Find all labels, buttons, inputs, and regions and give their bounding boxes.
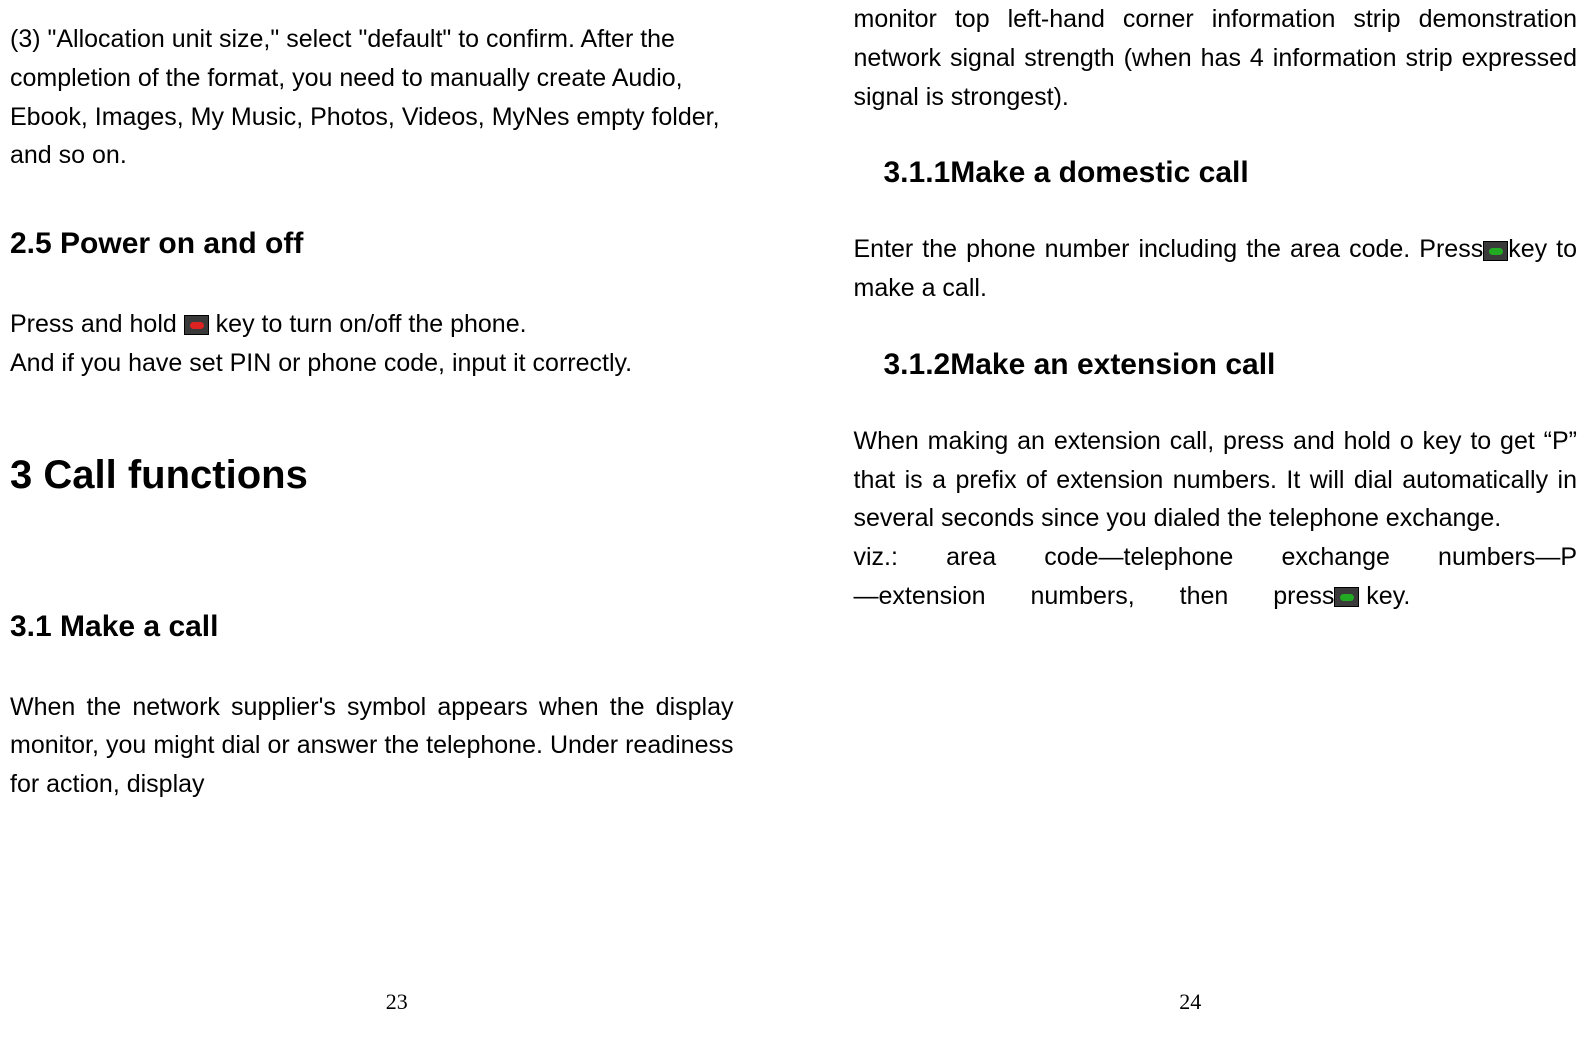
page-right: monitor top left-hand corner information… — [794, 0, 1587, 1043]
right-paragraph-3: viz.: area code—telephone exchange numbe… — [854, 538, 1578, 616]
left-paragraph-4: When the network supplier's symbol appea… — [10, 688, 734, 804]
right-p3-part-b: key. — [1359, 582, 1410, 610]
page-number-left: 23 — [0, 989, 794, 1015]
right-p3-part-a: viz.: area code—telephone exchange numbe… — [854, 543, 1578, 610]
left-p2-part-b: key to turn on/off the phone. — [216, 310, 527, 338]
right-paragraph-1: Enter the phone number including the are… — [854, 230, 1578, 308]
heading-3: 3 Call functions — [10, 453, 734, 498]
call-key-icon-2 — [1334, 587, 1359, 607]
left-paragraph-2: Press and hold key to turn on/off the ph… — [10, 305, 734, 344]
page-left: (3) "Allocation unit size," select "defa… — [0, 0, 794, 1043]
left-paragraph-1: (3) "Allocation unit size," select "defa… — [10, 20, 734, 175]
left-paragraph-3: And if you have set PIN or phone code, i… — [10, 344, 734, 383]
heading-3-1: 3.1 Make a call — [10, 610, 734, 644]
right-paragraph-0: monitor top left-hand corner information… — [854, 0, 1578, 116]
right-paragraph-2: When making an extension call, press and… — [854, 422, 1578, 538]
heading-3-1-1: 3.1.1Make a domestic call — [884, 156, 1578, 190]
end-call-key-icon — [184, 315, 209, 335]
page-container: (3) "Allocation unit size," select "defa… — [0, 0, 1587, 1043]
heading-2-5: 2.5 Power on and off — [10, 227, 734, 261]
right-p1-part-a: Enter the phone number including the are… — [854, 235, 1484, 263]
call-key-icon — [1483, 241, 1508, 261]
left-p2-part-a: Press and hold — [10, 310, 184, 338]
heading-3-1-2: 3.1.2Make an extension call — [884, 348, 1578, 382]
page-number-right: 24 — [794, 989, 1587, 1015]
